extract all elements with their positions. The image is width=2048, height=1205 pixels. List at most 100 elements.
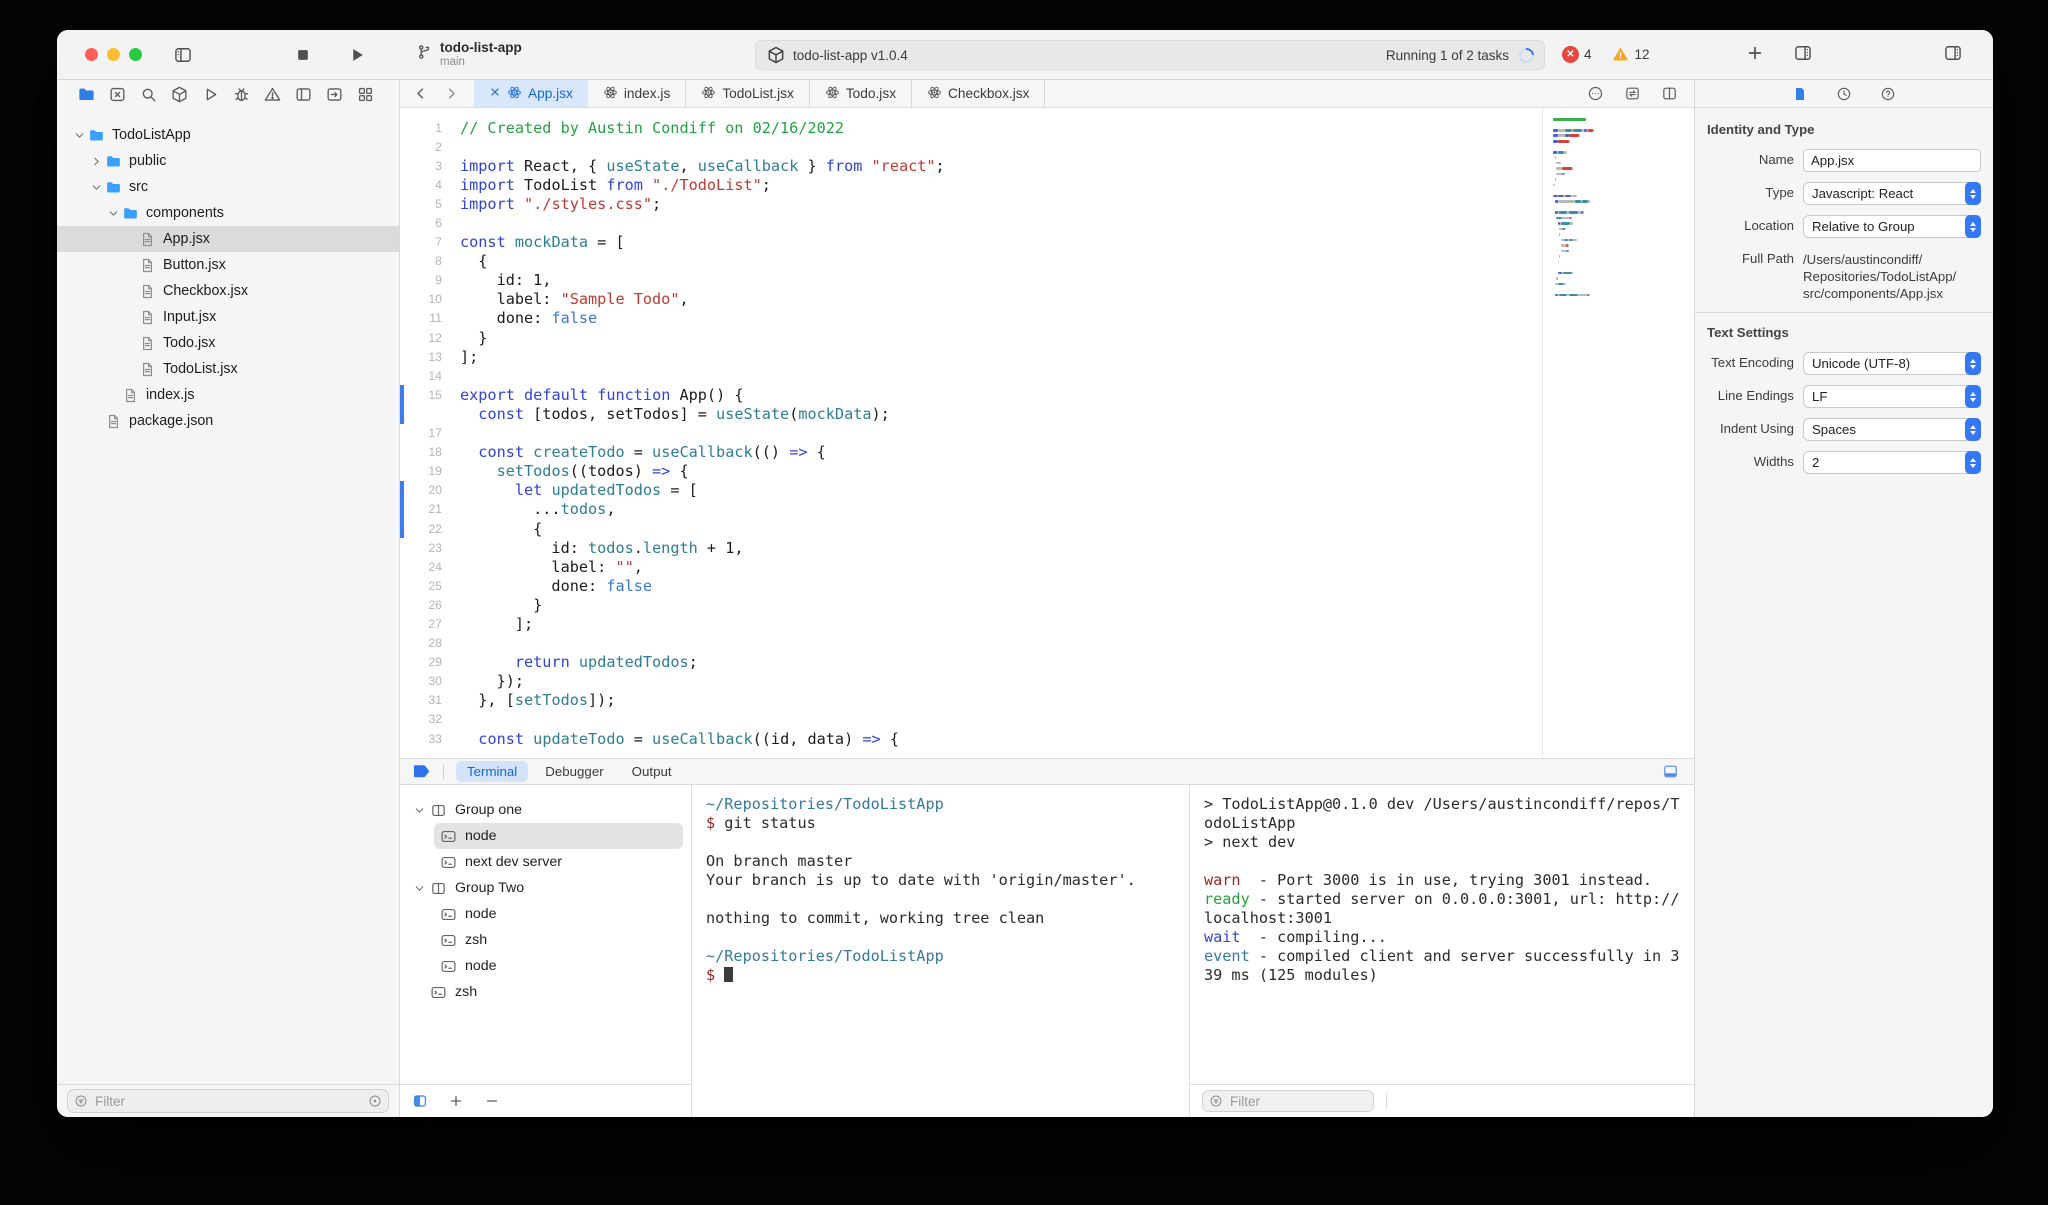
terminal-session-node[interactable]: node xyxy=(434,823,683,849)
name-field[interactable] xyxy=(1803,149,1981,172)
tree-item-input-jsx[interactable]: Input.jsx xyxy=(57,304,399,330)
terminal-output-left[interactable]: ~/Repositories/TodoListApp $ git status O… xyxy=(692,785,1190,1117)
navigator-filter-input[interactable] xyxy=(93,1092,363,1110)
navigator-run-icon[interactable] xyxy=(201,85,220,104)
code-editor[interactable]: 1 // Created by Austin Condiff on 02/16/2… xyxy=(400,108,1694,758)
chevron-right-icon[interactable] xyxy=(88,156,105,167)
help-inspector-icon[interactable] xyxy=(1880,86,1896,102)
tree-item-todolistapp[interactable]: TodoListApp xyxy=(57,122,399,148)
widths-select[interactable]: 2 xyxy=(1803,451,1981,474)
inspector-panel: Identity and Type Name Type Javascript: Rea… xyxy=(1694,80,1993,1117)
navigator-search-icon[interactable] xyxy=(139,85,158,104)
tree-item-todo-jsx[interactable]: Todo.jsx xyxy=(57,330,399,356)
tree-item-label: components xyxy=(146,205,224,221)
zoom-window-button[interactable] xyxy=(129,48,142,61)
tree-item-public[interactable]: public xyxy=(57,148,399,174)
tab-app-jsx[interactable]: App.jsx xyxy=(474,80,588,107)
close-tab-icon[interactable] xyxy=(489,86,501,101)
filter-options-icon[interactable] xyxy=(368,1094,382,1108)
navigator-project-icon[interactable] xyxy=(77,85,96,104)
chevron-down-icon[interactable] xyxy=(105,208,122,219)
navigator-packages-icon[interactable] xyxy=(170,85,189,104)
terminal-output-right[interactable]: > TodoListApp@0.1.0 dev /Users/austincon… xyxy=(1190,785,1694,1084)
navigator-source-control-icon[interactable] xyxy=(108,85,127,104)
project-info[interactable]: todo-list-app main xyxy=(416,40,522,69)
tab-todolist-jsx[interactable]: TodoList.jsx xyxy=(686,80,810,107)
terminal-footer xyxy=(1190,1084,1694,1117)
chevron-down-icon[interactable] xyxy=(414,883,430,894)
hide-panel-icon[interactable] xyxy=(1661,763,1694,780)
back-icon[interactable] xyxy=(414,87,427,100)
tree-item-checkbox-jsx[interactable]: Checkbox.jsx xyxy=(57,278,399,304)
tree-item-components[interactable]: components xyxy=(57,200,399,226)
terminal-group-group-two[interactable]: Group Two xyxy=(408,875,683,901)
tab-todo-jsx[interactable]: Todo.jsx xyxy=(810,80,913,107)
tab-index-js[interactable]: index.js xyxy=(588,80,687,107)
tree-item-src[interactable]: src xyxy=(57,174,399,200)
tree-item-package-json[interactable]: package.json xyxy=(57,408,399,434)
related-items-icon[interactable] xyxy=(1624,85,1641,102)
navigator-tabs-icon[interactable] xyxy=(294,85,313,104)
right-panel-toggle-icon[interactable] xyxy=(1943,43,1963,63)
debug-tab-output[interactable]: Output xyxy=(621,761,683,782)
chevron-down-icon[interactable] xyxy=(414,805,430,816)
terminal-group-group-one[interactable]: Group one xyxy=(408,797,683,823)
tree-item-todolist-jsx[interactable]: TodoList.jsx xyxy=(57,356,399,382)
line-endings-select[interactable]: LF xyxy=(1803,385,1981,408)
minimap[interactable] xyxy=(1542,108,1694,758)
terminal-session-zsh[interactable]: zsh xyxy=(408,979,683,1005)
run-button[interactable] xyxy=(347,45,367,65)
terminal-session-node[interactable]: node xyxy=(434,901,683,927)
terminal-filter-input[interactable] xyxy=(1228,1092,1362,1110)
remove-terminal-icon[interactable] xyxy=(484,1093,500,1109)
navigator-jump-icon[interactable] xyxy=(325,85,344,104)
activity-pill[interactable]: todo-list-app v1.0.4 Running 1 of 2 task… xyxy=(755,40,1545,70)
terminal-session-node[interactable]: node xyxy=(434,953,683,979)
navigator-debug-icon[interactable] xyxy=(232,85,251,104)
file-inspector-icon[interactable] xyxy=(1792,86,1808,102)
type-select[interactable]: Javascript: React xyxy=(1803,182,1981,205)
split-editor-icon[interactable] xyxy=(1661,85,1678,102)
terminal-session-zsh[interactable]: zsh xyxy=(434,927,683,953)
field-label: Text Encoding xyxy=(1711,355,1794,370)
add-button[interactable] xyxy=(1745,43,1765,63)
minimap-line xyxy=(1553,200,1686,203)
inspector-row: Location Relative to Group xyxy=(1707,215,1981,238)
tab-checkbox-jsx[interactable]: Checkbox.jsx xyxy=(912,80,1046,107)
sidebar-toggle-icon[interactable] xyxy=(173,45,193,65)
debug-tab-debugger[interactable]: Debugger xyxy=(534,761,614,782)
chevron-down-icon[interactable] xyxy=(71,130,88,141)
close-window-button[interactable] xyxy=(85,48,98,61)
minimap-line xyxy=(1553,178,1686,181)
tree-item-label: TodoList.jsx xyxy=(163,361,238,377)
more-options-icon[interactable] xyxy=(1587,85,1604,102)
location-select[interactable]: Relative to Group xyxy=(1803,215,1981,238)
terminal-filter-field[interactable] xyxy=(1202,1090,1374,1112)
tree-item-label: Todo.jsx xyxy=(163,335,216,351)
stop-button[interactable] xyxy=(293,45,313,65)
terminal-session-next-dev-server[interactable]: next dev server xyxy=(434,849,683,875)
warning-badge[interactable]: 12 xyxy=(1612,46,1650,63)
breakpoint-icon[interactable] xyxy=(412,764,431,780)
tree-item-button-jsx[interactable]: Button.jsx xyxy=(57,252,399,278)
add-terminal-icon[interactable] xyxy=(448,1093,464,1109)
minimap-line xyxy=(1553,260,1686,264)
text-encoding-select[interactable]: Unicode (UTF-8) xyxy=(1803,352,1981,375)
indent-using-select[interactable]: Spaces xyxy=(1803,418,1981,441)
navigator-issues-icon[interactable] xyxy=(263,85,282,104)
debug-tab-terminal[interactable]: Terminal xyxy=(456,761,529,782)
split-terminal-icon[interactable] xyxy=(412,1093,428,1109)
issue-badges[interactable]: ✕ 4 12 xyxy=(1562,46,1650,63)
tree-item-app-jsx[interactable]: App.jsx xyxy=(57,226,399,252)
minimap-line xyxy=(1553,139,1686,143)
navigator-filter-field[interactable] xyxy=(67,1089,389,1113)
error-badge[interactable]: ✕ 4 xyxy=(1562,46,1592,63)
section-title: Text Settings xyxy=(1707,325,1789,340)
navigator-extensions-icon[interactable] xyxy=(356,85,375,104)
forward-icon[interactable] xyxy=(445,87,458,100)
inspector-toggle-icon[interactable] xyxy=(1793,43,1813,63)
tree-item-index-js[interactable]: index.js xyxy=(57,382,399,408)
chevron-down-icon[interactable] xyxy=(88,182,105,193)
history-inspector-icon[interactable] xyxy=(1836,86,1852,102)
minimize-window-button[interactable] xyxy=(107,48,120,61)
